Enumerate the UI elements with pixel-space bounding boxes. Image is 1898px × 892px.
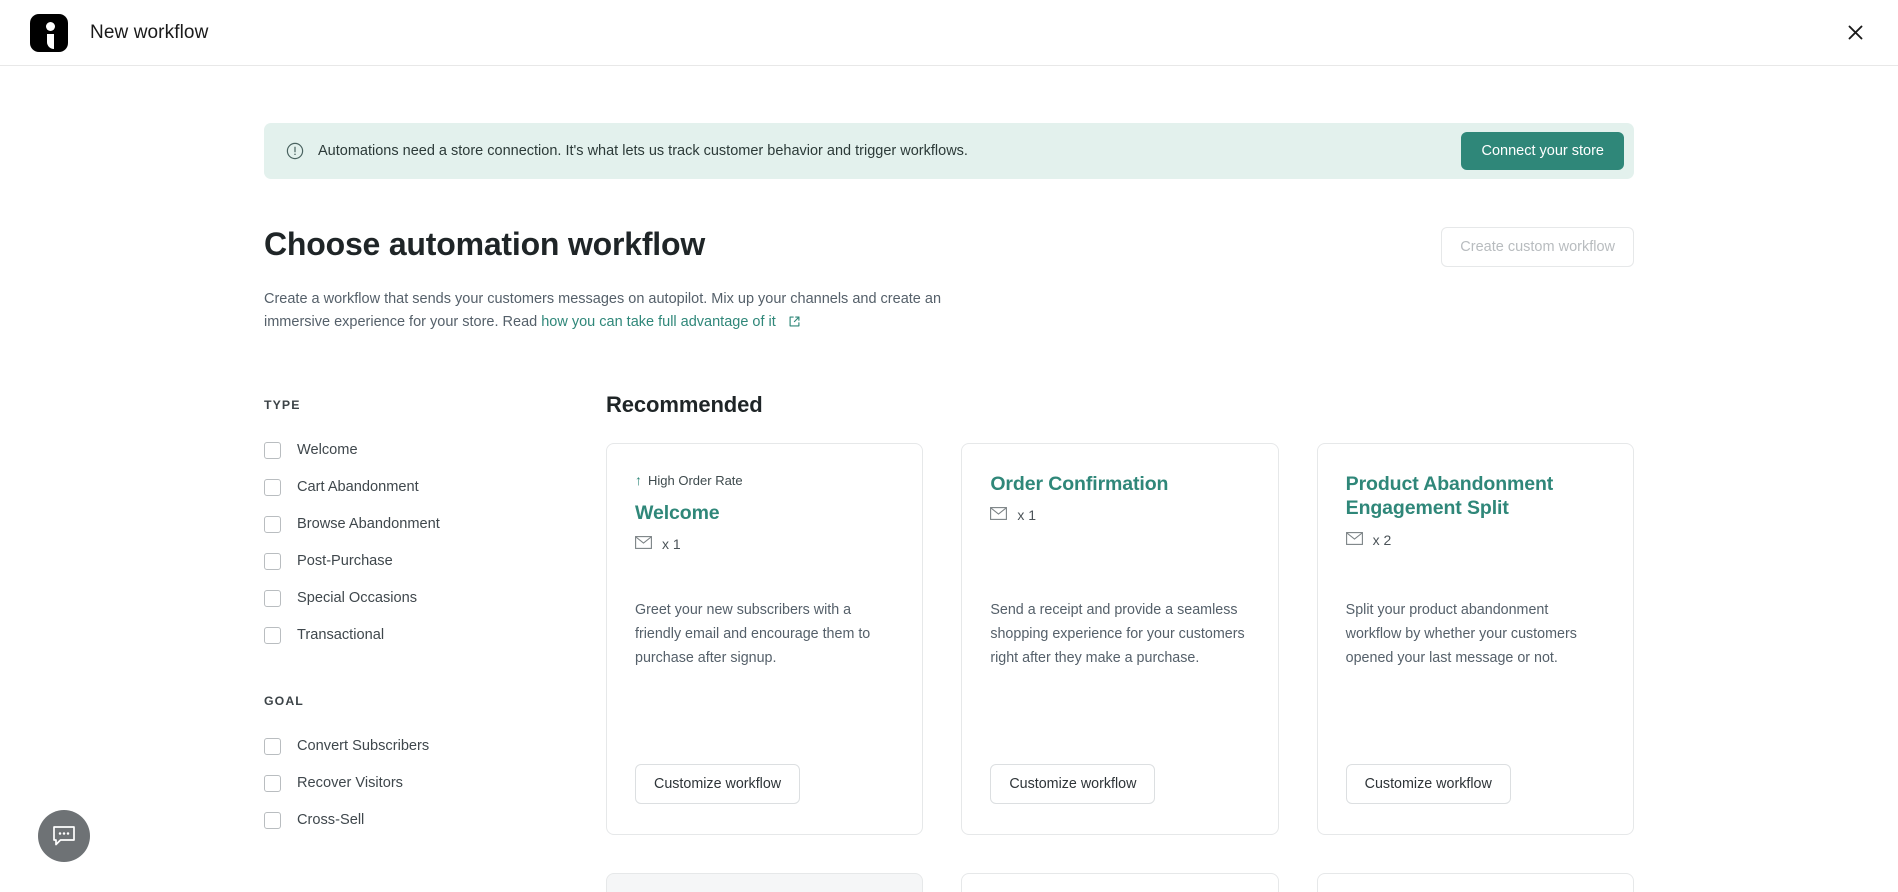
channel-count: x 2 — [1372, 532, 1392, 549]
filter-option-convert-subscribers[interactable]: Convert Subscribers — [264, 728, 534, 765]
arrow-up-icon: ↑ — [635, 472, 642, 488]
filter-option-cart-abandonment[interactable]: Cart Abandonment — [264, 469, 534, 506]
checkbox-cross-sell[interactable] — [264, 811, 281, 829]
workflow-card-channels: x 2 — [1345, 532, 1605, 549]
checkbox-welcome[interactable] — [264, 441, 281, 459]
workflow-card-description: Send a receipt and provide a seamless sh… — [990, 601, 1245, 666]
filter-option-special-occasions[interactable]: Special Occasions — [264, 580, 534, 617]
workflow-card-head: Order Confirmation x 1 — [990, 472, 1249, 576]
filter-label: Post-Purchase — [297, 553, 393, 569]
checkbox-browse-abandonment[interactable] — [264, 515, 281, 533]
envelope-icon — [635, 536, 652, 552]
filter-label: Convert Subscribers — [297, 738, 430, 754]
filter-label: Recover Visitors — [297, 775, 403, 791]
workflow-card-channels: x 1 — [990, 507, 1249, 523]
workflow-card[interactable]: Order Confirmation x 1 Send a receipt an… — [961, 442, 1279, 835]
filter-option-cross-sell[interactable]: Cross-Sell — [264, 802, 534, 839]
filter-option-recover-visitors[interactable]: Recover Visitors — [264, 765, 534, 802]
filter-group-type: TYPE Welcome Cart Abandonment Browse Aba… — [264, 398, 534, 654]
checkbox-transactional[interactable] — [264, 626, 281, 644]
banner-message-group: Automations need a store connection. It'… — [286, 142, 968, 160]
workflow-card[interactable]: Product Abandonment Engagement Split x 2 — [1316, 442, 1634, 835]
workflow-card-title: Welcome — [635, 501, 720, 524]
status-badge: ↑ High Order Rate — [635, 472, 894, 489]
filter-group-title-goal: GOAL — [264, 693, 304, 708]
workflow-card[interactable] — [961, 872, 1279, 892]
workflow-card-description: Greet your new subscribers with a friend… — [635, 601, 871, 666]
content-columns: TYPE Welcome Cart Abandonment Browse Aba… — [264, 392, 1634, 892]
workflow-card[interactable] — [606, 872, 924, 892]
status-badge-label: High Order Rate — [648, 472, 743, 488]
workflow-card-grid: ↑ High Order Rate Welcome x 1 Greet your… — [606, 442, 1634, 835]
window-title: New workflow — [90, 21, 209, 43]
page-description: Create a workflow that sends your custom… — [264, 288, 944, 336]
checkbox-cart-abandonment[interactable] — [264, 478, 281, 496]
filter-label: Special Occasions — [297, 590, 418, 606]
workflow-card-head: Product Abandonment Engagement Split x 2 — [1346, 472, 1605, 576]
customize-workflow-button[interactable]: Customize workflow — [1345, 763, 1511, 804]
section-title-recommended: Recommended — [606, 391, 763, 417]
workflow-card-title: Order Confirmation — [990, 472, 1169, 495]
chat-bubble-icon[interactable] — [38, 810, 90, 862]
page-container: Automations need a store connection. It'… — [264, 66, 1634, 892]
workflow-card-head: ↑ High Order Rate Welcome x 1 — [635, 472, 894, 576]
store-connection-banner: Automations need a store connection. It'… — [264, 123, 1634, 179]
filters-sidebar: TYPE Welcome Cart Abandonment Browse Aba… — [264, 392, 534, 892]
filter-option-post-purchase[interactable]: Post-Purchase — [264, 543, 534, 580]
filter-group-goal: GOAL Convert Subscribers Recover Visitor… — [264, 694, 534, 839]
workflow-card[interactable]: ↑ High Order Rate Welcome x 1 Greet your… — [606, 442, 924, 835]
filter-label: Browse Abandonment — [297, 516, 440, 532]
filter-label: Transactional — [297, 627, 385, 643]
create-custom-workflow-button[interactable]: Create custom workflow — [1441, 227, 1634, 267]
external-link-icon[interactable] — [788, 313, 801, 336]
workflow-card-title: Product Abandonment Engagement Split — [1345, 472, 1554, 520]
channel-count: x 1 — [662, 536, 681, 553]
filter-label: Cart Abandonment — [297, 479, 419, 495]
window-topbar: New workflow — [0, 0, 1898, 66]
page-heading-row: Choose automation workflow Create custom… — [264, 226, 1634, 267]
envelope-icon — [1345, 532, 1363, 548]
connect-your-store-button[interactable]: Connect your store — [1461, 132, 1624, 170]
filter-option-welcome[interactable]: Welcome — [264, 432, 534, 469]
filter-option-transactional[interactable]: Transactional — [264, 617, 534, 654]
close-icon[interactable] — [1838, 16, 1872, 50]
checkbox-convert-subscribers[interactable] — [264, 737, 281, 755]
workflow-card-grid-next-row — [606, 872, 1634, 892]
checkbox-recover-visitors[interactable] — [264, 774, 281, 792]
filter-label: Cross-Sell — [297, 812, 365, 828]
customize-workflow-button[interactable]: Customize workflow — [990, 763, 1156, 804]
workflow-card-channels: x 1 — [635, 536, 894, 552]
channel-count: x 1 — [1017, 507, 1037, 524]
page-title: Choose automation workflow — [264, 226, 706, 262]
checkbox-post-purchase[interactable] — [264, 552, 281, 570]
banner-message: Automations need a store connection. It'… — [318, 143, 968, 159]
workflow-card-description: Split your product abandonment workflow … — [1345, 601, 1577, 666]
filter-group-title-type: TYPE — [264, 397, 301, 412]
page-scroll-area[interactable]: Automations need a store connection. It'… — [0, 66, 1898, 892]
info-circle-icon — [286, 142, 304, 160]
filter-option-browse-abandonment[interactable]: Browse Abandonment — [264, 506, 534, 543]
envelope-icon — [990, 507, 1008, 523]
checkbox-special-occasions[interactable] — [264, 589, 281, 607]
filter-label: Welcome — [297, 442, 358, 458]
customize-workflow-button[interactable]: Customize workflow — [635, 763, 801, 804]
full-advantage-link[interactable]: how you can take full advantage of it — [541, 314, 776, 330]
results-section: Recommended ↑ High Order Rate Welcome x … — [606, 392, 1634, 892]
omnisend-logo-icon — [30, 13, 68, 52]
workflow-card[interactable] — [1316, 872, 1634, 892]
